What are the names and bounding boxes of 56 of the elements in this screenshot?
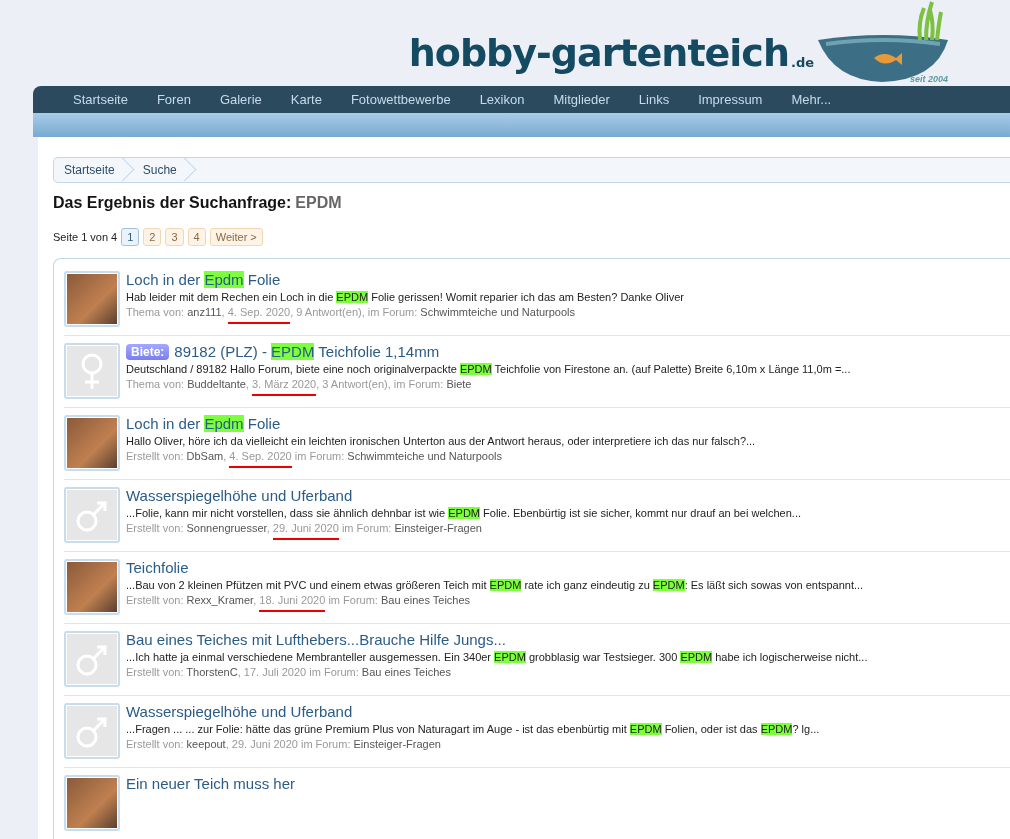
logo-domain: .de: [790, 55, 814, 70]
nav-link[interactable]: Galerie: [219, 92, 278, 107]
result-title-link[interactable]: Biete: 89182 (PLZ) - EPDM Teichfolie 1,14mm: [126, 343, 851, 360]
result-title-link[interactable]: Wasserspiegelhöhe und Uferband: [126, 487, 801, 504]
page-link[interactable]: 4: [187, 228, 206, 246]
result-title-link[interactable]: Teichfolie: [126, 559, 864, 576]
user-link[interactable]: Sonnengruesser: [186, 522, 267, 534]
nav-link[interactable]: Karte: [290, 92, 338, 107]
avatar-photo[interactable]: [64, 559, 120, 615]
since-label: seit 2004: [909, 74, 948, 84]
forum-link[interactable]: Einsteiger-Fragen: [394, 522, 482, 534]
result-title-link[interactable]: Loch in der Epdm Folie: [126, 415, 756, 432]
user-link[interactable]: anz111: [187, 306, 222, 318]
forum-link[interactable]: Bau eines Teiches: [381, 594, 471, 606]
nav-link[interactable]: Impressum: [698, 92, 779, 107]
result-snippet: ...Ich hatte ja einmal verschiedene Membranteller ausgemessen. Ein 340er EPDM grobblasig war Testsieger. 300 EPDM habe ich logischerweise nicht...: [126, 651, 868, 663]
breadcrumb-link[interactable]: Suche: [132, 158, 195, 182]
nav-link[interactable]: Lexikon: [479, 92, 541, 107]
page-link[interactable]: 3: [165, 228, 184, 246]
avatar-photo[interactable]: [64, 271, 120, 327]
forum-link[interactable]: Schwimmteiche und Naturpools: [420, 306, 575, 318]
next-page-link[interactable]: Weiter >: [209, 228, 263, 246]
avatar-photo[interactable]: [64, 775, 120, 831]
nav-link[interactable]: Foren: [156, 92, 207, 107]
result-title-link[interactable]: Wasserspiegelhöhe und Uferband: [126, 703, 820, 720]
user-link[interactable]: Rexx_Kramer: [186, 594, 254, 606]
forum-link[interactable]: Biete: [446, 378, 472, 390]
result-snippet: ...Folie, kann mir nicht vorstellen, dass sie ähnlich dehnbar ist wie EPDM Folie. Ebenbürtig ist sie sicher, kommt nur drauf an bei welchen...: [126, 507, 801, 519]
forum-link[interactable]: Schwimmteiche und Naturpools: [347, 450, 503, 462]
nav-link[interactable]: Mitglieder: [553, 92, 626, 107]
search-query: EPDM: [295, 194, 342, 212]
avatar-photo[interactable]: [64, 415, 120, 471]
heading-label: Das Ergebnis der Suchanfrage:: [53, 194, 292, 212]
result-snippet: Deutschland / 89182 Hallo Forum, biete eine noch originalverpackte EPDM Teichfolie von Firestone an. (auf Palette) Breite 6,10m x Länge 11,0m =...: [126, 363, 851, 375]
result-snippet: ...Fragen ... ... zur Folie: hätte das grüne Premium Plus von Naturagart im Auge - ist das ebenbürtig mit EPDM Folien, oder ist das EPDM? lg...: [126, 723, 820, 735]
breadcrumb-link[interactable]: Startseite: [54, 158, 133, 182]
forum-link[interactable]: Einsteiger-Fragen: [353, 738, 441, 750]
result-title-link[interactable]: Ein neuer Teich muss her: [126, 775, 295, 792]
nav-link[interactable]: Links: [638, 92, 686, 107]
logo-text[interactable]: hobby-gartenteich: [408, 34, 789, 72]
nav-link[interactable]: Startseite: [73, 92, 144, 107]
result-snippet: Hab leider mit dem Rechen ein Loch in die EPDM Folie gerissen! Womit reparier ich das am Besten? Danke Oliver: [126, 291, 684, 303]
result-title-link[interactable]: Bau eines Teiches mit Lufthebers...Brauche Hilfe Jungs...: [126, 631, 868, 648]
forum-link[interactable]: Bau eines Teiches: [361, 666, 451, 678]
page-link[interactable]: 1: [121, 228, 140, 246]
result-title-link[interactable]: Loch in der Epdm Folie: [126, 271, 684, 288]
user-link[interactable]: ThorstenC: [186, 666, 238, 678]
page-count: Seite 1 von 4: [53, 231, 118, 243]
nav-link[interactable]: Fotowettbewerbe: [350, 92, 467, 107]
offer-badge: Biete:: [126, 343, 170, 360]
page-link[interactable]: 2: [143, 228, 162, 246]
nav-link[interactable]: Mehr...: [791, 92, 848, 107]
result-snippet: Hallo Oliver, höre ich da vielleicht ein leichten ironischen Unterton aus der Antwort heraus, oder interpretiere ich das nur falsch?...: [126, 435, 756, 447]
user-link[interactable]: keepout: [186, 738, 226, 750]
user-link[interactable]: Buddeltante: [187, 378, 246, 390]
result-snippet: ...Bau von 2 kleinen Pfützen mit PVC und einem etwas größeren Teich mit EPDM rate ich ganz eindeutig zu EPDM: Es läßt sich sowas von entspannt...: [126, 579, 864, 591]
